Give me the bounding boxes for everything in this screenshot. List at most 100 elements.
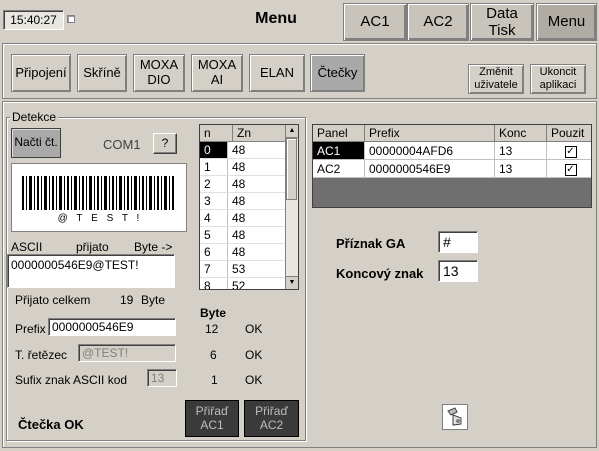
end-char-label: Koncový znak [336,266,424,281]
ac1-button[interactable]: AC1 [343,3,407,41]
pouzit-checkbox[interactable]: ✓ [564,164,577,176]
byte-value: 48 [232,245,246,259]
read-scanner-button[interactable]: Načti čt. [11,128,61,158]
panel-col-header[interactable]: Panel [313,125,365,142]
scroll-thumb[interactable] [286,138,297,200]
byte-value: 48 [232,177,246,191]
byte-list-row[interactable]: 0 48 [200,142,286,159]
data-tisk-button[interactable]: Data Tisk [470,3,534,41]
suffix-field[interactable]: 13 [147,369,177,387]
ga-flag-label: Příznak GA [336,236,406,251]
byte-list-header-n[interactable]: n [200,125,233,141]
scroll-down-icon[interactable]: ▼ [286,276,298,289]
string-label: T. řetězec [15,348,68,362]
konc-col-header[interactable]: Konc [494,125,547,142]
byte-value: 52 [232,279,246,290]
byte-list[interactable]: n Zn 0 48 1 48 2 48 3 48 4 48 5 48 6 48 7 53 8 52 ▲ ▼ [199,124,299,290]
byte-value: 53 [232,262,246,276]
byte-list-scrollbar[interactable]: ▲ ▼ [285,125,298,289]
scroll-up-icon[interactable]: ▲ [286,125,298,138]
byte-list-row[interactable]: 2 48 [200,176,286,193]
suffix-label: Sufix znak ASCII kod [15,373,128,387]
byte-index: 8 [200,278,228,289]
tab-moxa-dio[interactable]: MOXA DIO [133,54,185,92]
assign-ac2-button[interactable]: Přiřaď AC2 [244,400,299,437]
total-received-value: 19 [120,293,134,307]
suffix-field-value: 13 [151,371,165,385]
assign-ac1-button[interactable]: Přiřaď AC1 [185,400,239,437]
scanner-status-text: Čtečka OK [18,417,84,432]
prefix-status: OK [245,322,263,336]
prefix-cell: 00000004AFD6 [364,141,495,160]
received-label: přijato [76,240,109,254]
byte-list-row[interactable]: 4 48 [200,210,286,227]
panel-row[interactable]: AC1 00000004AFD6 13 ✓ [313,141,591,160]
byte-list-header-zn[interactable]: Zn [233,125,291,141]
ascii-received-value: 0000000546E9@TEST! [11,258,139,272]
tab-moxa-ai[interactable]: MOXA AI [191,54,243,92]
konc-cell: 13 [494,159,547,178]
ac2-button[interactable]: AC2 [407,3,469,41]
byte-value: 48 [232,194,246,208]
tab-skrine[interactable]: Skříně [77,54,127,92]
status-square-icon [67,15,75,23]
suffix-bytes: 1 [211,373,218,387]
scanner-icon[interactable] [442,404,468,430]
string-field[interactable]: @TEST! [78,344,176,362]
prefix-field-value: 0000000546E9 [52,320,134,334]
panel-table[interactable]: Panel Prefix Konc Pouzit AC1 00000004AFD6… [312,124,592,208]
byte-list-row[interactable]: 3 48 [200,193,286,210]
prefix-bytes: 12 [205,322,219,336]
total-received-label: Přijato celkem [15,293,91,307]
byte-list-row[interactable]: 8 52 [200,278,286,290]
byte-list-row[interactable]: 7 53 [200,261,286,278]
byte-list-row[interactable]: 5 48 [200,227,286,244]
tab-elan[interactable]: ELAN [249,54,305,92]
change-user-button[interactable]: Změnit uživatele [468,64,524,94]
string-bytes: 6 [210,348,217,362]
byte-value: 48 [232,143,246,157]
clock-text: 15:40:27 [10,13,57,27]
scanner-icon-graphic [447,407,462,426]
barcode-image: @ T E S T ! [11,163,187,232]
ascii-received-field[interactable]: 0000000546E9@TEST! [7,254,175,288]
byte-index: 3 [200,193,228,209]
detekce-legend: Detekce [10,110,59,124]
prefix-field[interactable]: 0000000546E9 [48,318,176,336]
byte-list-row[interactable]: 1 48 [200,159,286,176]
byte-value: 48 [232,211,246,225]
help-button[interactable]: ? [153,133,177,154]
konc-cell: 13 [494,141,547,160]
total-received-unit: Byte [141,293,166,307]
string-field-value: @TEST! [82,346,129,360]
byte-index: 4 [200,210,228,226]
byte-index: 7 [200,261,228,277]
barcode-caption: @ T E S T ! [57,213,143,224]
byte-value: 48 [232,228,246,242]
pouzit-cell: ✓ [546,141,591,160]
end-char-value: 13 [443,263,459,279]
tab-ctecky[interactable]: Čtečky [310,54,365,92]
end-char-field[interactable]: 13 [438,260,478,282]
suffix-status: OK [245,373,263,387]
menu-button[interactable]: Menu [536,3,597,41]
byte-list-row[interactable]: 6 48 [200,244,286,261]
prefix-label: Prefix [15,322,46,336]
byte-column-header: Byte [200,306,227,320]
prefix-cell: 0000000546E9 [364,159,495,178]
byte-index: 5 [200,227,228,243]
prefix-col-header[interactable]: Prefix [364,125,495,142]
ga-flag-field[interactable]: # [438,231,478,253]
panel-cell: AC1 [313,141,365,160]
exit-app-button[interactable]: Ukoncit aplikaci [530,64,586,94]
tab-pripojeni[interactable]: Připojení [11,54,71,92]
pouzit-col-header[interactable]: Pouzit [546,125,591,142]
pouzit-cell: ✓ [546,159,591,178]
byte-index: 1 [200,159,228,175]
panel-cell: AC2 [313,159,365,178]
clock-display: 15:40:27 [3,10,64,30]
ascii-label: ASCII [11,240,43,254]
byte-index: 6 [200,244,228,260]
panel-row[interactable]: AC2 0000000546E9 13 ✓ [313,159,591,178]
pouzit-checkbox[interactable]: ✓ [564,146,577,158]
